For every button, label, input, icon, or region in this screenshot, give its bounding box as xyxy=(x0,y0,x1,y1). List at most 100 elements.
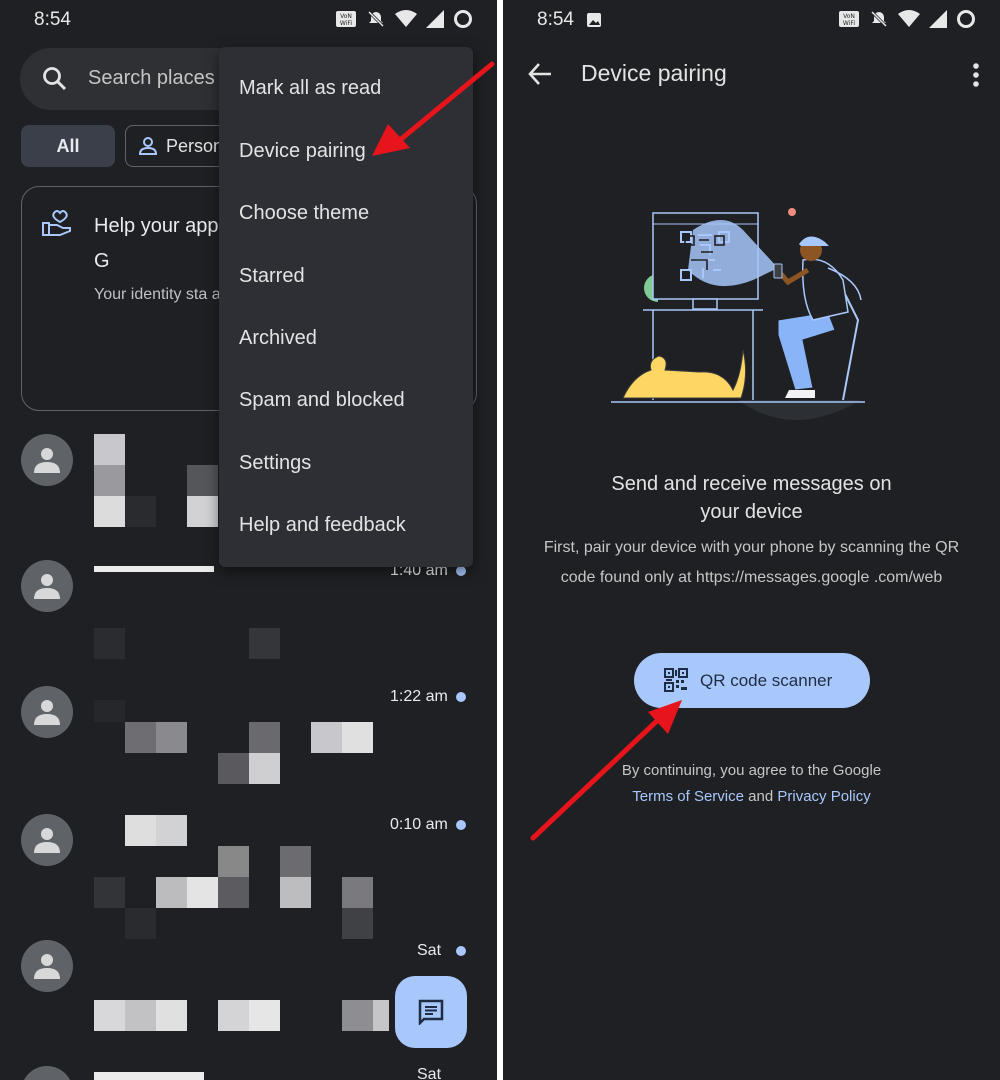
redacted-pixel-block xyxy=(94,700,125,722)
redacted-pixel-block xyxy=(125,815,156,846)
vowifi-icon: VoNWiFi xyxy=(336,11,356,27)
wifi-icon xyxy=(898,10,920,27)
overflow-menu: Mark all as read Device pairing Choose t… xyxy=(219,47,473,567)
battery-icon xyxy=(454,10,472,28)
pairing-headline: Send and receive messages on your device xyxy=(611,473,892,523)
redacted-pixel-block xyxy=(125,496,156,527)
contact-avatar[interactable] xyxy=(21,434,73,486)
redacted-pixel-block xyxy=(94,1072,204,1080)
pairing-instructions: First, pair your device with your phone … xyxy=(543,539,960,586)
svg-text:VoN: VoN xyxy=(843,13,855,20)
conversation-time: 0:10 am xyxy=(390,816,448,833)
signal-icon xyxy=(929,10,947,28)
svg-text:WiFi: WiFi xyxy=(843,20,855,27)
unread-indicator xyxy=(456,692,466,702)
unread-indicator xyxy=(456,566,466,576)
redacted-pixel-block xyxy=(187,496,218,527)
conversation-time: 1:22 am xyxy=(390,688,448,705)
contact-avatar[interactable] xyxy=(21,686,73,738)
back-arrow-icon[interactable] xyxy=(527,61,553,87)
contact-avatar[interactable] xyxy=(21,940,73,992)
battery-icon xyxy=(957,10,975,28)
search-icon xyxy=(43,67,67,91)
redacted-pixel-block xyxy=(218,877,249,908)
redacted-pixel-block xyxy=(342,722,373,753)
redacted-pixel-block xyxy=(280,846,311,877)
signal-icon xyxy=(426,10,444,28)
redacted-pixel-block xyxy=(156,1000,187,1031)
menu-item-spam-blocked[interactable]: Spam and blocked xyxy=(239,389,405,412)
privacy-policy-link[interactable]: Privacy Policy xyxy=(777,788,870,805)
conversation-time: Sat xyxy=(417,942,442,959)
contact-avatar[interactable] xyxy=(21,814,73,866)
redacted-pixel-block xyxy=(125,1000,156,1031)
redacted-pixel-block xyxy=(125,908,156,939)
menu-item-device-pairing[interactable]: Device pairing xyxy=(239,140,366,163)
redacted-pixel-block xyxy=(94,1000,125,1031)
new-message-icon xyxy=(418,999,444,1025)
redacted-pixel-block xyxy=(249,753,280,784)
qr-code-scanner-button[interactable]: QR code scanner xyxy=(634,653,870,708)
legal-prefix: By continuing, you agree to the Google xyxy=(621,762,882,779)
legal-and: and xyxy=(748,788,774,805)
unread-indicator xyxy=(456,820,466,830)
page-title: Device pairing xyxy=(581,60,727,86)
filter-chip-all[interactable]: All xyxy=(21,125,115,167)
redacted-pixel-block xyxy=(187,877,218,908)
pairing-illustration xyxy=(611,208,865,420)
conversation-time: Sat xyxy=(417,1066,442,1080)
redacted-pixel-block xyxy=(311,722,342,753)
qr-code-icon xyxy=(664,668,688,692)
redacted-pixel-block xyxy=(249,628,280,659)
redacted-pixel-block xyxy=(373,1000,389,1031)
mute-icon xyxy=(367,10,385,28)
redacted-pixel-block xyxy=(94,877,125,908)
redacted-pixel-block xyxy=(156,877,187,908)
terms-of-service-link[interactable]: Terms of Service xyxy=(632,788,744,805)
menu-item-starred[interactable]: Starred xyxy=(239,265,305,288)
redacted-pixel-block xyxy=(94,496,125,527)
menu-item-archived[interactable]: Archived xyxy=(239,327,317,350)
vowifi-icon: VoNWiFi xyxy=(839,11,859,27)
chip-label: Person xyxy=(166,135,224,156)
search-input[interactable]: Search places xyxy=(88,67,215,90)
menu-item-settings[interactable]: Settings xyxy=(239,452,311,475)
start-chat-button[interactable] xyxy=(395,976,467,1048)
redacted-pixel-block xyxy=(342,908,373,939)
person-avatar-icon xyxy=(34,574,60,599)
menu-item-help-feedback[interactable]: Help and feedback xyxy=(239,514,406,537)
person-avatar-icon xyxy=(34,700,60,725)
menu-item-mark-all-read[interactable]: Mark all as read xyxy=(239,77,381,100)
redacted-pixel-block xyxy=(280,877,311,908)
wifi-icon xyxy=(395,10,417,27)
device-pairing-screen: 8:54 VoN WiFi Device pairing Send and re… xyxy=(503,0,1000,1080)
heart-hand-icon xyxy=(42,210,71,236)
mute-icon xyxy=(870,10,888,28)
person-avatar-icon xyxy=(34,828,60,853)
redacted-pixel-block xyxy=(342,877,373,908)
status-bar: 8:54 VoN WiFi xyxy=(503,0,1000,38)
messages-inbox-screen: 8:54 VoN WiFi Search places All Person He… xyxy=(0,0,497,1080)
qr-button-label: QR code scanner xyxy=(700,671,833,690)
redacted-pixel-block xyxy=(249,1000,280,1031)
redacted-pixel-block xyxy=(218,1000,249,1031)
redacted-pixel-block xyxy=(94,465,125,496)
unread-indicator xyxy=(456,946,466,956)
redacted-pixel-block xyxy=(94,628,125,659)
image-icon xyxy=(587,13,601,27)
status-icons: VoN WiFi xyxy=(335,9,473,29)
status-time: 8:54 xyxy=(537,9,574,30)
contact-avatar[interactable] xyxy=(21,560,73,612)
menu-item-choose-theme[interactable]: Choose theme xyxy=(239,202,369,225)
svg-text:VoN: VoN xyxy=(340,13,352,20)
redacted-pixel-block xyxy=(187,465,218,496)
more-vert-icon[interactable] xyxy=(972,62,980,88)
status-icons: VoN WiFi xyxy=(838,9,976,29)
redacted-pixel-block xyxy=(249,722,280,753)
status-time: 8:54 xyxy=(34,9,71,30)
contact-avatar[interactable] xyxy=(21,1066,73,1080)
redacted-pixel-block xyxy=(94,434,125,465)
legal-notice: By continuing, you agree to the Google T… xyxy=(593,758,910,810)
person-avatar-icon xyxy=(34,954,60,979)
redacted-pixel-block xyxy=(156,722,187,753)
